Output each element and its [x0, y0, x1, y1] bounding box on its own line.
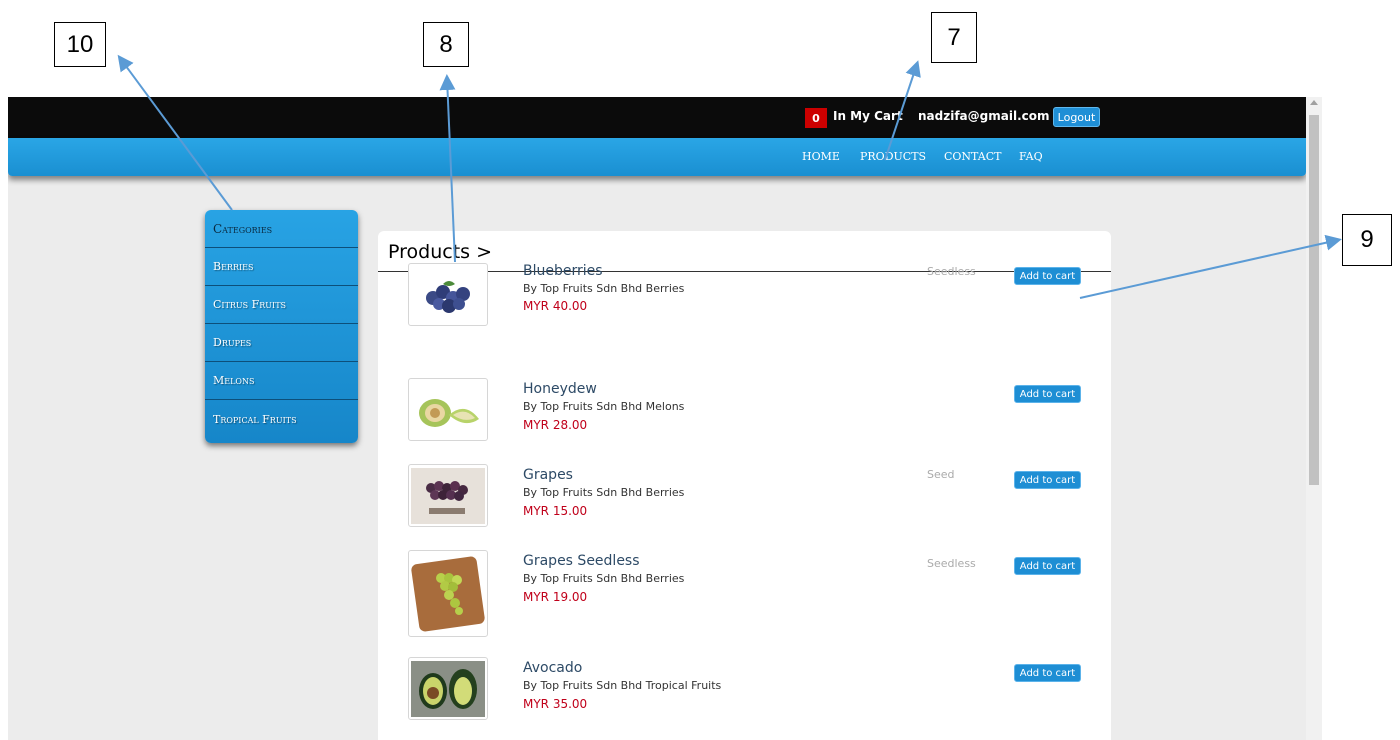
- product-name[interactable]: Grapes: [523, 467, 573, 483]
- categories-menu: Categories Berries Citrus Fruits Drupes …: [205, 210, 358, 443]
- product-image[interactable]: [408, 464, 488, 527]
- callout-8: 8: [423, 22, 469, 67]
- product-seller: By Top Fruits Sdn Bhd Tropical Fruits: [523, 679, 722, 692]
- product-variant: Seedless: [927, 265, 976, 278]
- product-name[interactable]: Avocado: [523, 660, 582, 676]
- grapes-icon: [411, 467, 485, 524]
- product-price: MYR 15.00: [523, 504, 588, 518]
- add-to-cart-button[interactable]: Add to cart: [1014, 664, 1081, 682]
- product-name[interactable]: Blueberries: [523, 263, 603, 279]
- product-seller: By Top Fruits Sdn Bhd Berries: [523, 486, 685, 499]
- nav-faq[interactable]: FAQ: [1019, 150, 1043, 163]
- scroll-thumb[interactable]: [1309, 115, 1319, 485]
- callout-9: 9: [1342, 214, 1392, 266]
- add-to-cart-button[interactable]: Add to cart: [1014, 471, 1081, 489]
- avocado-icon: [411, 660, 485, 717]
- nav-products[interactable]: PRODUCTS: [860, 150, 926, 163]
- product-price: MYR 35.00: [523, 697, 588, 711]
- logout-button[interactable]: Logout: [1053, 107, 1100, 127]
- categories-header: Categories: [205, 210, 358, 248]
- category-citrus-fruits[interactable]: Citrus Fruits: [205, 286, 358, 324]
- blueberries-icon: [426, 280, 470, 313]
- category-melons[interactable]: Melons: [205, 362, 358, 400]
- cart-label[interactable]: In My Cart: [833, 109, 903, 123]
- cart-count-badge[interactable]: 0: [805, 108, 827, 128]
- green-grapes-icon: [411, 556, 485, 631]
- products-panel: Products > Blueberries By Top Fruits Sdn…: [378, 231, 1111, 740]
- add-to-cart-button[interactable]: Add to cart: [1014, 557, 1081, 575]
- nav-contact[interactable]: CONTACT: [944, 150, 1002, 163]
- product-name[interactable]: Honeydew: [523, 381, 597, 397]
- scroll-up-arrow-icon[interactable]: [1310, 100, 1318, 105]
- product-seller: By Top Fruits Sdn Bhd Berries: [523, 572, 685, 585]
- product-image[interactable]: [408, 263, 488, 326]
- category-berries[interactable]: Berries: [205, 248, 358, 286]
- add-to-cart-button[interactable]: Add to cart: [1014, 385, 1081, 403]
- user-email: nadzifa@gmail.com: [918, 109, 1050, 123]
- product-price: MYR 28.00: [523, 418, 588, 432]
- products-title: Products >: [388, 241, 492, 263]
- callout-10: 10: [54, 22, 106, 67]
- product-price: MYR 19.00: [523, 590, 588, 604]
- product-name[interactable]: Grapes Seedless: [523, 553, 640, 569]
- product-price: MYR 40.00: [523, 299, 588, 313]
- product-image[interactable]: [408, 550, 488, 637]
- product-seller: By Top Fruits Sdn Bhd Berries: [523, 282, 685, 295]
- category-drupes[interactable]: Drupes: [205, 324, 358, 362]
- product-seller: By Top Fruits Sdn Bhd Melons: [523, 400, 685, 413]
- honeydew-icon: [419, 398, 479, 427]
- product-image[interactable]: [408, 378, 488, 441]
- vertical-scrollbar[interactable]: [1306, 97, 1322, 740]
- category-tropical-fruits[interactable]: Tropical Fruits: [205, 400, 358, 438]
- nav-home[interactable]: HOME: [802, 150, 840, 163]
- callout-7: 7: [931, 12, 977, 63]
- main-nav: [8, 138, 1306, 176]
- add-to-cart-button[interactable]: Add to cart: [1014, 267, 1081, 285]
- browser-viewport: 0 In My Cart nadzifa@gmail.com Logout HO…: [8, 97, 1322, 740]
- product-variant: Seed: [927, 468, 955, 481]
- top-bar: 0 In My Cart nadzifa@gmail.com Logout: [8, 97, 1306, 138]
- product-image[interactable]: [408, 657, 488, 720]
- product-variant: Seedless: [927, 557, 976, 570]
